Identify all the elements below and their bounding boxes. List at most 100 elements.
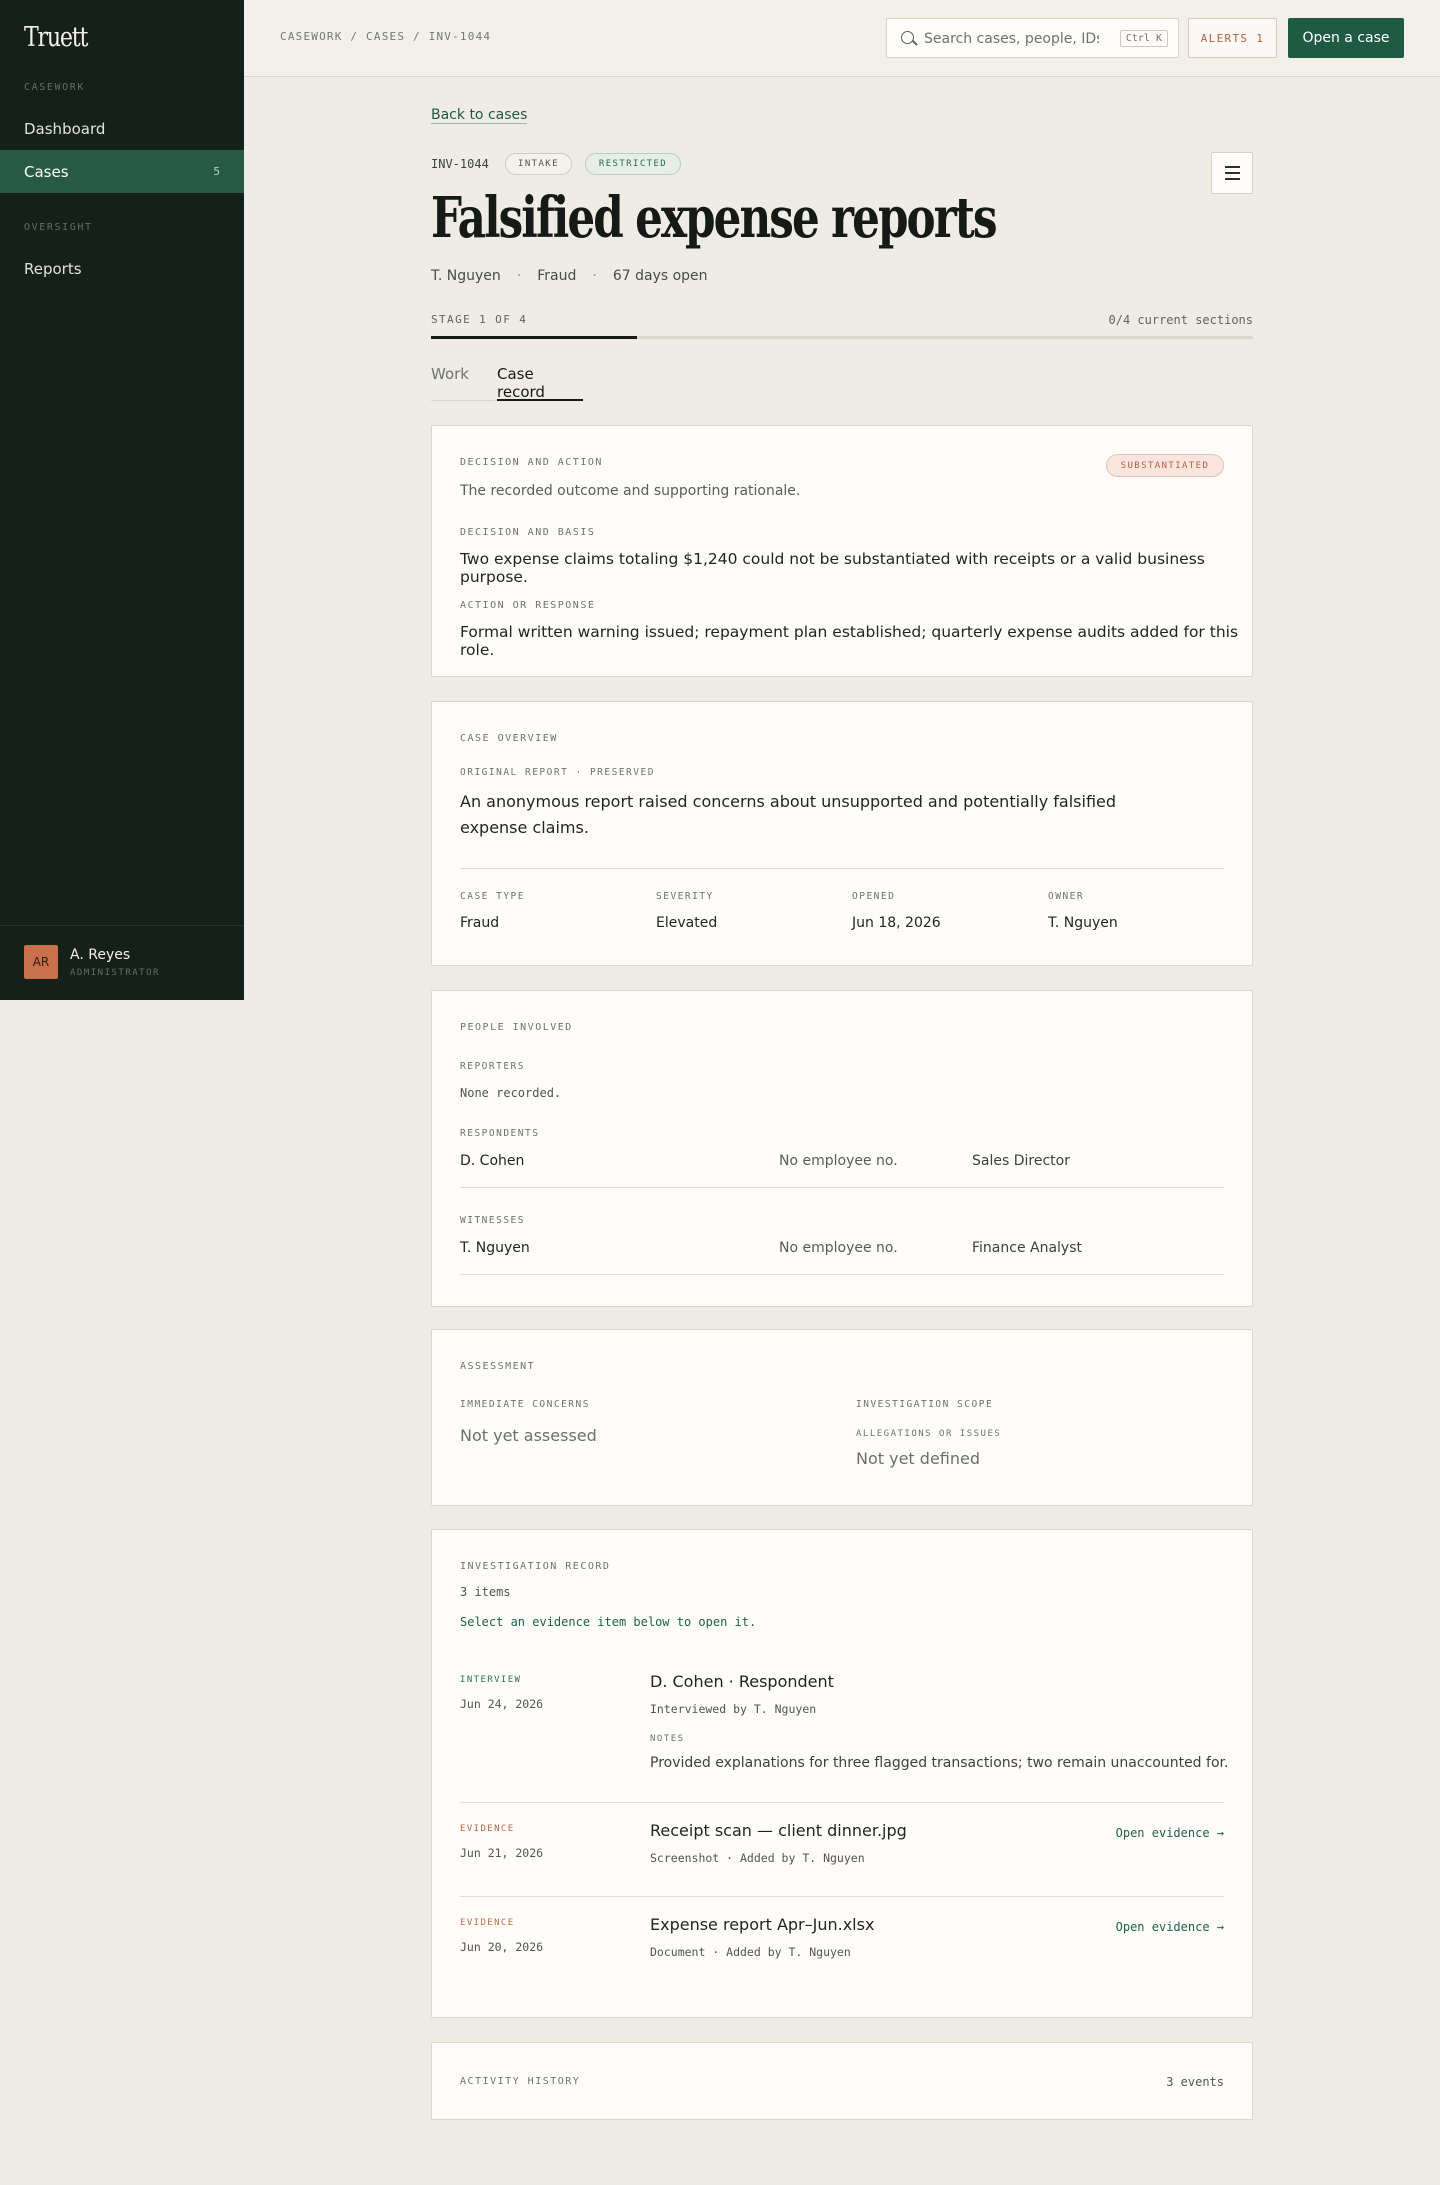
- case-id: INV-1044: [431, 157, 489, 171]
- record-notes: Provided explanations for three flagged …: [650, 1755, 1229, 1771]
- owner-value: T. Nguyen: [1048, 915, 1118, 931]
- sidebar-section-oversight: OVERSIGHT: [24, 222, 93, 233]
- record-date: Jun 21, 2026: [460, 1846, 544, 1860]
- open-case-button[interactable]: Open a case: [1288, 18, 1404, 58]
- record-detail: Document · Added by T. Nguyen: [650, 1945, 851, 1959]
- case-age: 67 days open: [612, 268, 708, 284]
- cases-count-badge: 5: [213, 165, 220, 178]
- case-type-value: Fraud: [460, 915, 500, 931]
- section-heading: INVESTIGATION RECORD: [460, 1561, 611, 1572]
- app-logo[interactable]: Truett: [24, 22, 88, 53]
- back-to-cases-link[interactable]: Back to cases: [431, 107, 528, 124]
- record-title: Expense report Apr–Jun.xlsx: [650, 1915, 875, 1934]
- field-label: WITNESSES: [460, 1215, 525, 1226]
- section-heading: DECISION AND ACTION: [460, 457, 603, 468]
- sidebar-item-reports[interactable]: Reports: [0, 247, 244, 290]
- record-count: 3 items: [460, 1585, 511, 1599]
- field-label: REPORTERS: [460, 1061, 525, 1072]
- divider: [460, 868, 1224, 869]
- divider: [460, 1187, 1224, 1188]
- record-date: Jun 20, 2026: [460, 1940, 544, 1954]
- stage-progress-bar: [431, 336, 1253, 339]
- field-label: INVESTIGATION SCOPE: [856, 1399, 994, 1410]
- person-role: Sales Director: [972, 1153, 1070, 1169]
- original-report-line: An anonymous report raised concerns abou…: [460, 792, 1117, 811]
- current-user[interactable]: AR A. Reyes ADMINISTRATOR: [0, 925, 244, 1000]
- search-icon: [901, 31, 914, 44]
- field-label: NOTES: [650, 1734, 685, 1744]
- open-evidence-link[interactable]: Open evidence →: [1116, 1826, 1224, 1840]
- field-label: ACTION OR RESPONSE: [460, 600, 596, 611]
- section-heading: ACTIVITY HISTORY: [460, 2076, 581, 2087]
- avatar: AR: [24, 945, 58, 979]
- divider: [460, 1896, 1224, 1897]
- field-label: RESPONDENTS: [460, 1128, 540, 1139]
- sidebar-item-label: Cases: [24, 162, 69, 181]
- case-meta: T. Nguyen · Fraud · 67 days open: [431, 268, 708, 284]
- record-kind: INTERVIEW: [460, 1675, 522, 1685]
- person-name[interactable]: T. Nguyen: [460, 1240, 530, 1256]
- record-detail: Screenshot · Added by T. Nguyen: [650, 1851, 865, 1865]
- separator-dot: ·: [592, 268, 597, 284]
- case-menu-button[interactable]: [1211, 152, 1253, 194]
- search-box[interactable]: Ctrl K: [886, 18, 1179, 58]
- tab-case-record[interactable]: Case record: [497, 365, 583, 401]
- person-name[interactable]: D. Cohen: [460, 1153, 524, 1169]
- hamburger-menu-icon: [1224, 166, 1240, 169]
- hamburger-menu-icon: [1224, 177, 1240, 180]
- outcome-badge: SUBSTANTIATED: [1106, 454, 1224, 477]
- stage-progress-fill: [431, 336, 637, 339]
- keyboard-shortcut-hint: Ctrl K: [1119, 30, 1168, 47]
- section-heading: CASE OVERVIEW: [460, 733, 558, 744]
- investigation-record-card: INVESTIGATION RECORD 3 items Select an e…: [431, 1529, 1253, 2018]
- topbar: CASEWORK / CASES / INV-1044 Ctrl K ALERT…: [244, 0, 1440, 77]
- field-label: IMMEDIATE CONCERNS: [460, 1399, 590, 1410]
- person-employee-no: No employee no.: [779, 1240, 898, 1256]
- sections-status: 0/4 current sections: [1108, 313, 1254, 327]
- sidebar-item-cases[interactable]: Cases 5: [0, 150, 244, 193]
- stage-label: STAGE 1 OF 4: [431, 313, 528, 326]
- breadcrumb[interactable]: CASEWORK / CASES / INV-1044: [280, 30, 491, 43]
- case-overview-card: CASE OVERVIEW ORIGINAL REPORT · PRESERVE…: [431, 701, 1253, 966]
- sidebar: Truett CASEWORK Dashboard Cases 5 OVERSI…: [0, 0, 244, 1000]
- user-name: A. Reyes: [70, 947, 131, 963]
- user-role: ADMINISTRATOR: [70, 968, 160, 978]
- tab-work[interactable]: Work: [431, 365, 469, 401]
- section-subtitle: The recorded outcome and supporting rati…: [460, 483, 801, 499]
- sidebar-item-label: Dashboard: [24, 119, 106, 138]
- people-involved-card: PEOPLE INVOLVED REPORTERS None recorded.…: [431, 990, 1253, 1307]
- page-title: Falsified expense reports: [431, 185, 998, 251]
- field-label: SEVERITY: [656, 891, 714, 902]
- record-kind: EVIDENCE: [460, 1824, 515, 1834]
- section-heading: ASSESSMENT: [460, 1361, 536, 1372]
- activity-history-card[interactable]: ACTIVITY HISTORY 3 events: [431, 2042, 1253, 2120]
- field-label: OPENED: [852, 891, 896, 902]
- severity-value: Elevated: [656, 915, 718, 931]
- allegations-value: Not yet defined: [856, 1449, 981, 1468]
- field-label: CASE TYPE: [460, 891, 525, 902]
- alerts-button[interactable]: ALERTS 1: [1188, 18, 1277, 58]
- person-role: Finance Analyst: [972, 1240, 1082, 1256]
- decision-basis-text: Two expense claims totaling $1,240 could…: [460, 550, 1205, 586]
- record-kind: EVIDENCE: [460, 1918, 515, 1928]
- alerts-count: 1: [1256, 31, 1265, 45]
- search-input[interactable]: [924, 27, 1099, 51]
- record-hint: Select an evidence item below to open it…: [460, 1615, 757, 1629]
- alerts-label: ALERTS: [1200, 31, 1249, 45]
- open-evidence-link[interactable]: Open evidence →: [1116, 1920, 1224, 1934]
- field-label: OWNER: [1048, 891, 1085, 902]
- sidebar-item-dashboard[interactable]: Dashboard: [0, 107, 244, 150]
- field-label: ORIGINAL REPORT · PRESERVED: [460, 767, 655, 778]
- activity-count: 3 events: [1166, 2075, 1224, 2089]
- field-label: DECISION AND BASIS: [460, 527, 596, 538]
- record-title: Receipt scan — client dinner.jpg: [650, 1821, 907, 1840]
- action-response-text: Formal written warning issued; repayment…: [460, 623, 1239, 659]
- case-type: Fraud: [537, 268, 577, 284]
- case-owner: T. Nguyen: [431, 268, 501, 284]
- hamburger-menu-icon: [1224, 172, 1240, 174]
- assessment-card: ASSESSMENT IMMEDIATE CONCERNS Not yet as…: [431, 1329, 1253, 1506]
- section-heading: PEOPLE INVOLVED: [460, 1022, 573, 1033]
- record-title: D. Cohen · Respondent: [650, 1672, 834, 1691]
- divider: [460, 1802, 1224, 1803]
- tabs-divider: [431, 400, 495, 401]
